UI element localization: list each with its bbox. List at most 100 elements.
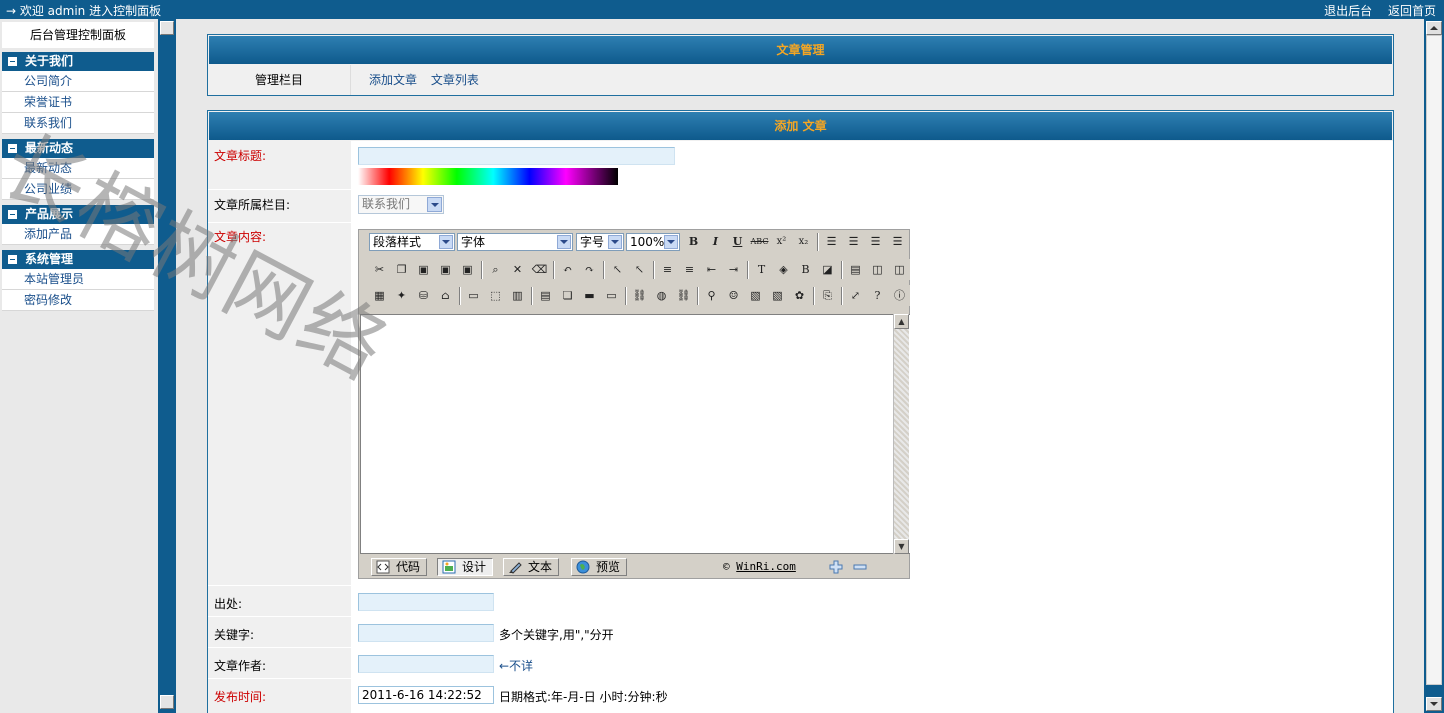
- sidebar-item-news[interactable]: 最新动态: [2, 158, 154, 179]
- sidebar-group-header[interactable]: 系统管理: [2, 250, 154, 269]
- cell-merge-icon[interactable]: ⛁: [413, 285, 434, 306]
- anchor-icon[interactable]: ⚲: [701, 285, 722, 306]
- text-field-icon[interactable]: ⬚: [485, 285, 506, 306]
- scroll-up-button[interactable]: [1426, 21, 1442, 35]
- font-select[interactable]: 字体: [457, 233, 573, 251]
- sidebar-scroll-down-button[interactable]: [160, 695, 174, 709]
- align-justify-icon[interactable]: ☰: [887, 231, 908, 252]
- sidebar-item-password[interactable]: 密码修改: [2, 290, 154, 311]
- fullscreen-icon[interactable]: ⤢: [845, 285, 866, 306]
- globe-icon[interactable]: ◍: [651, 285, 672, 306]
- cell-split-icon[interactable]: ⌂: [435, 285, 456, 306]
- align-left-icon[interactable]: ☰: [821, 231, 842, 252]
- scroll-down-icon[interactable]: ▼: [894, 539, 909, 554]
- form-icon[interactable]: ▭: [463, 285, 484, 306]
- sidebar-item-admins[interactable]: 本站管理员: [2, 269, 154, 290]
- font-color-icon[interactable]: T: [751, 259, 772, 280]
- paragraph-style-select[interactable]: 段落样式: [369, 233, 455, 251]
- bg-color-icon[interactable]: B: [795, 259, 816, 280]
- design-mode-tab[interactable]: 设计: [437, 558, 494, 576]
- help-icon[interactable]: ?: [867, 285, 888, 306]
- preview-mode-tab[interactable]: 预览: [571, 558, 628, 576]
- align-center-icon[interactable]: ☰: [843, 231, 864, 252]
- keywords-input[interactable]: [358, 624, 494, 642]
- article-list-link[interactable]: 文章列表: [431, 73, 479, 87]
- file-insert-icon[interactable]: ⎘: [817, 285, 838, 306]
- find-icon[interactable]: ⌕: [485, 259, 506, 280]
- fieldset-icon[interactable]: ▤: [845, 259, 866, 280]
- highlight-icon[interactable]: ◈: [773, 259, 794, 280]
- sidebar-item-performance[interactable]: 公司业绩: [2, 179, 154, 200]
- underline-icon[interactable]: U: [727, 231, 748, 252]
- sidebar-group-header[interactable]: 最新动态: [2, 139, 154, 158]
- source-input[interactable]: [358, 593, 494, 611]
- paste-word-icon[interactable]: ▣: [457, 259, 478, 280]
- emoticon-icon[interactable]: ☺: [723, 285, 744, 306]
- sidebar-item-company-intro[interactable]: 公司简介: [2, 71, 154, 92]
- indent-icon[interactable]: ⇥: [723, 259, 744, 280]
- paste-icon[interactable]: ▣: [413, 259, 434, 280]
- title-color-picker[interactable]: [358, 168, 618, 185]
- web-link-icon[interactable]: ⛓: [629, 285, 650, 306]
- scroll-down-button[interactable]: [1426, 697, 1442, 711]
- editor-content-area[interactable]: [360, 314, 910, 554]
- page-break-icon[interactable]: ❏: [557, 285, 578, 306]
- scroll-track[interactable]: [1426, 35, 1442, 685]
- editor-scrollbar[interactable]: ▲ ▼: [893, 314, 909, 554]
- textarea-icon[interactable]: ▥: [507, 285, 528, 306]
- article-title-input[interactable]: [358, 147, 675, 165]
- logout-link[interactable]: 退出后台: [1324, 4, 1372, 18]
- info-icon[interactable]: ⓘ: [889, 285, 910, 306]
- table-insert-icon[interactable]: ▦: [369, 285, 390, 306]
- sidebar-scroll-up-button[interactable]: [160, 21, 174, 35]
- expand-icon[interactable]: [829, 560, 843, 577]
- copy-icon[interactable]: ❐: [391, 259, 412, 280]
- publish-date-input[interactable]: 2011-6-16 14:22:52: [358, 686, 494, 704]
- button-insert-icon[interactable]: ▭: [601, 285, 622, 306]
- select-pointer-icon[interactable]: ↖: [607, 259, 628, 280]
- subscript-icon[interactable]: x₂: [793, 231, 814, 252]
- author-input[interactable]: [358, 655, 494, 673]
- shrink-icon[interactable]: [853, 560, 867, 577]
- eraser-icon[interactable]: ⌫: [529, 259, 550, 280]
- align-right-icon[interactable]: ☰: [865, 231, 886, 252]
- home-link[interactable]: 返回首页: [1388, 4, 1436, 18]
- media-insert-icon[interactable]: ✿: [789, 285, 810, 306]
- unordered-list-icon[interactable]: ≡: [679, 259, 700, 280]
- cut-icon[interactable]: ✂: [369, 259, 390, 280]
- bold-icon[interactable]: B: [683, 231, 704, 252]
- absolute-position-icon[interactable]: ↖: [629, 259, 650, 280]
- unlink-icon[interactable]: ⛓: [673, 285, 694, 306]
- page-scrollbar[interactable]: [1424, 19, 1444, 713]
- sidebar-item-contact[interactable]: 联系我们: [2, 113, 154, 134]
- code-mode-tab[interactable]: 代码: [371, 558, 428, 576]
- brand-link[interactable]: WinRi.com: [736, 560, 796, 573]
- table-tools-icon[interactable]: ✦: [391, 285, 412, 306]
- layer-back-icon[interactable]: ◫: [867, 259, 888, 280]
- sidebar-item-certificates[interactable]: 荣誉证书: [2, 92, 154, 113]
- font-size-select[interactable]: 字号: [576, 233, 624, 251]
- redo-icon[interactable]: ↷: [579, 259, 600, 280]
- image-insert-icon[interactable]: ▧: [745, 285, 766, 306]
- undo-icon[interactable]: ↶: [557, 259, 578, 280]
- italic-icon[interactable]: I: [705, 231, 726, 252]
- horizontal-rule-icon[interactable]: ▬: [579, 285, 600, 306]
- superscript-icon[interactable]: x²: [771, 231, 792, 252]
- paste-text-icon[interactable]: ▣: [435, 259, 456, 280]
- zoom-select[interactable]: 100%: [626, 233, 680, 251]
- scroll-up-icon[interactable]: ▲: [894, 314, 909, 329]
- author-unknown-link[interactable]: ←不详: [499, 657, 533, 674]
- sidebar-group-header[interactable]: 产品展示: [2, 205, 154, 224]
- text-mode-tab[interactable]: 文本: [503, 558, 560, 576]
- article-column-select[interactable]: 联系我们: [358, 195, 444, 214]
- strikethrough-icon[interactable]: ABC: [749, 231, 770, 252]
- border-color-icon[interactable]: ◪: [817, 259, 838, 280]
- flash-insert-icon[interactable]: ▧: [767, 285, 788, 306]
- sidebar-group-header[interactable]: 关于我们: [2, 52, 154, 71]
- outdent-icon[interactable]: ⇤: [701, 259, 722, 280]
- layer-front-icon[interactable]: ◫: [889, 259, 910, 280]
- ordered-list-icon[interactable]: ≡: [657, 259, 678, 280]
- add-article-link[interactable]: 添加文章: [369, 73, 417, 87]
- sidebar-item-add-product[interactable]: 添加产品: [2, 224, 154, 245]
- marquee-icon[interactable]: ▤: [535, 285, 556, 306]
